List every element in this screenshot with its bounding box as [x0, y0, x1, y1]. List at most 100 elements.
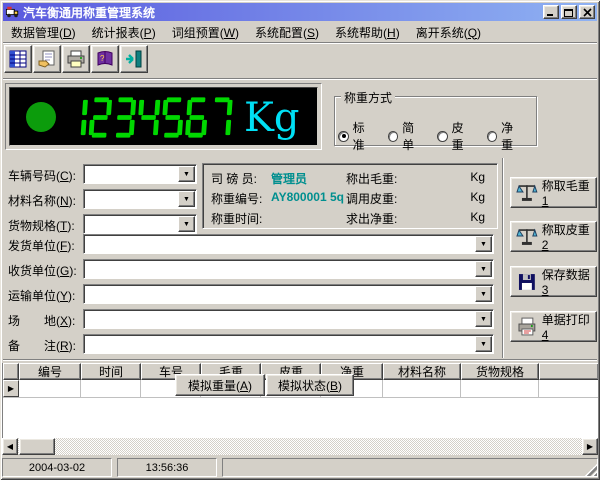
tare-weight-label: 调用皮重:: [346, 190, 397, 207]
menu-separator: [3, 42, 597, 44]
radio-tare-label: 皮重: [452, 119, 475, 153]
maximize-icon: [564, 8, 574, 17]
record-number-label: 称重编号:: [211, 190, 262, 207]
simulate-status-button[interactable]: 模拟状态(B): [266, 374, 354, 396]
menu-data-management[interactable]: 数据管理(D): [3, 22, 84, 43]
weight-value-digits: [64, 94, 236, 141]
radio-tare-circle[interactable]: [437, 131, 448, 142]
save-floppy-icon: [516, 271, 538, 293]
title-bar: 汽车衡通用称重管理系统: [3, 3, 597, 21]
radio-standard-circle[interactable]: [338, 131, 349, 142]
printer-button[interactable]: [62, 45, 90, 73]
menu-phrase-preset[interactable]: 词组预置(W): [164, 22, 247, 43]
weigh-gross-button[interactable]: 称取毛重1: [510, 177, 597, 208]
note-value[interactable]: [84, 335, 474, 353]
save-data-label: 保存数据3: [542, 266, 596, 297]
help-book-button[interactable]: ?: [91, 45, 119, 73]
operator-label: 司 磅 员:: [211, 170, 257, 187]
material-name-combo[interactable]: ▼: [83, 189, 197, 209]
scroll-right-button[interactable]: ▶: [582, 438, 598, 455]
maximize-button[interactable]: [561, 5, 577, 19]
printer-icon: [66, 49, 86, 69]
site-dropdown-icon[interactable]: ▼: [475, 311, 492, 327]
toolbar-separator: [3, 78, 597, 80]
close-button[interactable]: [579, 5, 595, 19]
menu-system-config[interactable]: 系统配置(S): [247, 22, 327, 43]
radio-simple[interactable]: 简单: [388, 119, 426, 153]
exit-door-icon: [124, 49, 144, 69]
radio-simple-circle[interactable]: [388, 131, 399, 142]
note-combo[interactable]: ▼: [83, 334, 494, 354]
row-selector-arrow: ▶: [3, 380, 19, 397]
resize-grip[interactable]: [585, 464, 597, 476]
radio-standard[interactable]: 标准: [338, 119, 376, 153]
scale-icon: [516, 226, 538, 248]
exit-button[interactable]: [120, 45, 148, 73]
weight-display-panel: Kg: [5, 83, 322, 150]
hand-document-button[interactable]: [33, 45, 61, 73]
radio-net-circle[interactable]: [487, 131, 498, 142]
radio-tare[interactable]: 皮重: [437, 119, 475, 153]
record-number-value: AY800001 5q: [271, 190, 344, 204]
print-receipt-label: 单据打印4: [542, 311, 596, 342]
vehicle-number-value[interactable]: [84, 165, 177, 183]
material-name-dropdown-icon[interactable]: ▼: [178, 191, 195, 207]
data-table-button[interactable]: [4, 45, 32, 73]
receiver-unit-dropdown-icon[interactable]: ▼: [475, 261, 492, 277]
print-receipt-button[interactable]: 单据打印4: [510, 311, 597, 342]
receiver-unit-combo[interactable]: ▼: [83, 259, 494, 279]
simulate-weight-label: 模拟重量(A): [188, 377, 252, 394]
column-header-time: 时间: [81, 363, 141, 380]
weight-display: Kg: [9, 87, 318, 146]
simulate-weight-button[interactable]: 模拟重量(A): [175, 374, 265, 396]
radio-simple-label: 简单: [402, 119, 425, 153]
weigh-tare-button[interactable]: 称取皮重2: [510, 221, 597, 252]
menu-bar: 数据管理(D) 统计报表(P) 词组预置(W) 系统配置(S) 系统帮助(H) …: [3, 22, 597, 42]
grid-corner-cell: [3, 363, 19, 380]
goods-spec-value[interactable]: [84, 215, 177, 233]
vehicle-number-dropdown-icon[interactable]: ▼: [178, 166, 195, 182]
transport-unit-label: 运输单位(Y):: [8, 287, 75, 304]
note-dropdown-icon[interactable]: ▼: [475, 336, 492, 352]
scroll-left-button[interactable]: ◀: [2, 438, 18, 455]
menu-system-help[interactable]: 系统帮助(H): [327, 22, 408, 43]
radio-standard-label: 标准: [353, 119, 376, 153]
menu-exit-system[interactable]: 离开系统(Q): [408, 22, 489, 43]
sender-unit-combo[interactable]: ▼: [83, 234, 494, 254]
sender-unit-value[interactable]: [84, 235, 474, 253]
gross-weight-label: 称出毛重:: [346, 170, 397, 187]
minimize-button[interactable]: [543, 5, 559, 19]
material-name-label: 材料名称(N):: [8, 192, 76, 209]
sender-unit-dropdown-icon[interactable]: ▼: [475, 236, 492, 252]
radio-net[interactable]: 净重: [487, 119, 525, 153]
weigh-tare-label: 称取皮重2: [542, 221, 596, 252]
stable-indicator-light: [26, 102, 56, 132]
material-name-value[interactable]: [84, 190, 177, 208]
transport-unit-value[interactable]: [84, 285, 474, 303]
truck-scale-icon: [5, 5, 20, 19]
net-weight-unit: Kg: [470, 210, 485, 224]
vehicle-number-combo[interactable]: ▼: [83, 164, 197, 184]
grid-header-filler: [539, 363, 598, 380]
column-header-spec: 货物规格: [461, 363, 539, 380]
weight-unit-label: Kg: [244, 90, 300, 146]
gross-weight-unit: Kg: [470, 170, 485, 184]
window-title: 汽车衡通用称重管理系统: [23, 4, 155, 21]
transport-unit-combo[interactable]: ▼: [83, 284, 494, 304]
goods-spec-dropdown-icon[interactable]: ▼: [178, 216, 195, 232]
save-data-button[interactable]: 保存数据3: [510, 266, 597, 297]
transport-unit-dropdown-icon[interactable]: ▼: [475, 286, 492, 302]
grid-horizontal-scrollbar[interactable]: ◀ ▶: [2, 438, 598, 455]
operator-value: 管理员: [271, 170, 307, 187]
scrollbar-thumb[interactable]: [19, 438, 55, 455]
receiver-unit-value[interactable]: [84, 260, 474, 278]
site-value[interactable]: [84, 310, 474, 328]
note-label: 备 注(R):: [8, 337, 76, 354]
goods-spec-combo[interactable]: ▼: [83, 214, 197, 234]
grid-separator: [3, 359, 597, 361]
menu-statistics-report[interactable]: 统计报表(P): [84, 22, 164, 43]
site-combo[interactable]: ▼: [83, 309, 494, 329]
data-table-icon: [8, 49, 28, 69]
column-header-number: 编号: [19, 363, 81, 380]
status-date: 2004-03-02: [2, 458, 112, 477]
